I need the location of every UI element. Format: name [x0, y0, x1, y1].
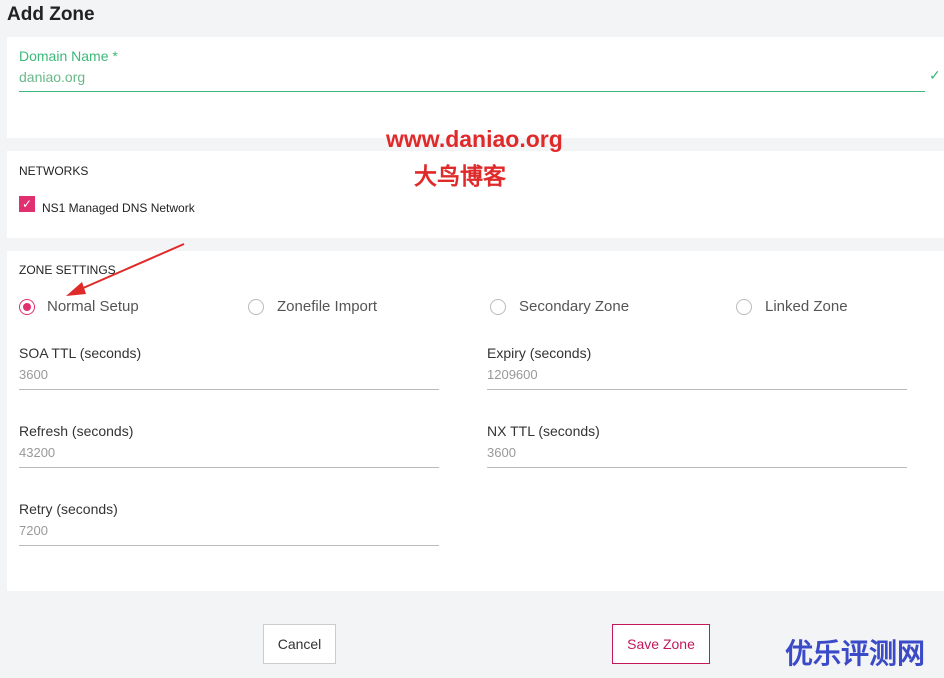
radio-zonefile-import[interactable] [248, 299, 264, 315]
networks-heading: NETWORKS [19, 164, 89, 178]
radio-normal-setup[interactable] [19, 299, 35, 315]
expiry-label: Expiry (seconds) [487, 345, 592, 361]
save-zone-button[interactable]: Save Zone [612, 624, 710, 664]
network-checkbox[interactable]: ✓ [19, 196, 35, 212]
refresh-label: Refresh (seconds) [19, 423, 134, 439]
annotation-arrow-icon [66, 243, 185, 296]
nx-ttl-input[interactable]: 3600 [487, 445, 907, 468]
domain-label: Domain Name * [19, 48, 118, 64]
watermark-site-cn: 大鸟博客 [414, 163, 506, 189]
radio-label: Zonefile Import [277, 298, 378, 315]
domain-input[interactable]: daniao.org [19, 69, 925, 92]
radio-secondary-zone[interactable] [490, 299, 506, 315]
watermark-corner: 优乐评测网 [785, 638, 926, 669]
network-label: NS1 Managed DNS Network [42, 201, 195, 215]
retry-input[interactable]: 7200 [19, 523, 439, 546]
nx-ttl-label: NX TTL (seconds) [487, 423, 600, 439]
radio-linked-zone[interactable] [736, 299, 752, 315]
radio-label: Secondary Zone [519, 298, 630, 315]
radio-label: Normal Setup [47, 298, 139, 315]
cancel-button[interactable]: Cancel [263, 624, 336, 664]
retry-label: Retry (seconds) [19, 501, 118, 517]
soa-ttl-input[interactable]: 3600 [19, 367, 439, 390]
check-icon: ✓ [929, 67, 941, 83]
expiry-input[interactable]: 1209600 [487, 367, 907, 390]
zone-settings-card: ZONE SETTINGS Normal Setup Zonefile Impo… [7, 251, 944, 591]
page-title: Add Zone [7, 4, 95, 25]
refresh-input[interactable]: 43200 [19, 445, 439, 468]
radio-label: Linked Zone [765, 298, 848, 315]
watermark-site: www.daniao.org [386, 126, 563, 152]
domain-card: Domain Name * daniao.org ✓ [7, 37, 944, 138]
soa-ttl-label: SOA TTL (seconds) [19, 345, 142, 361]
